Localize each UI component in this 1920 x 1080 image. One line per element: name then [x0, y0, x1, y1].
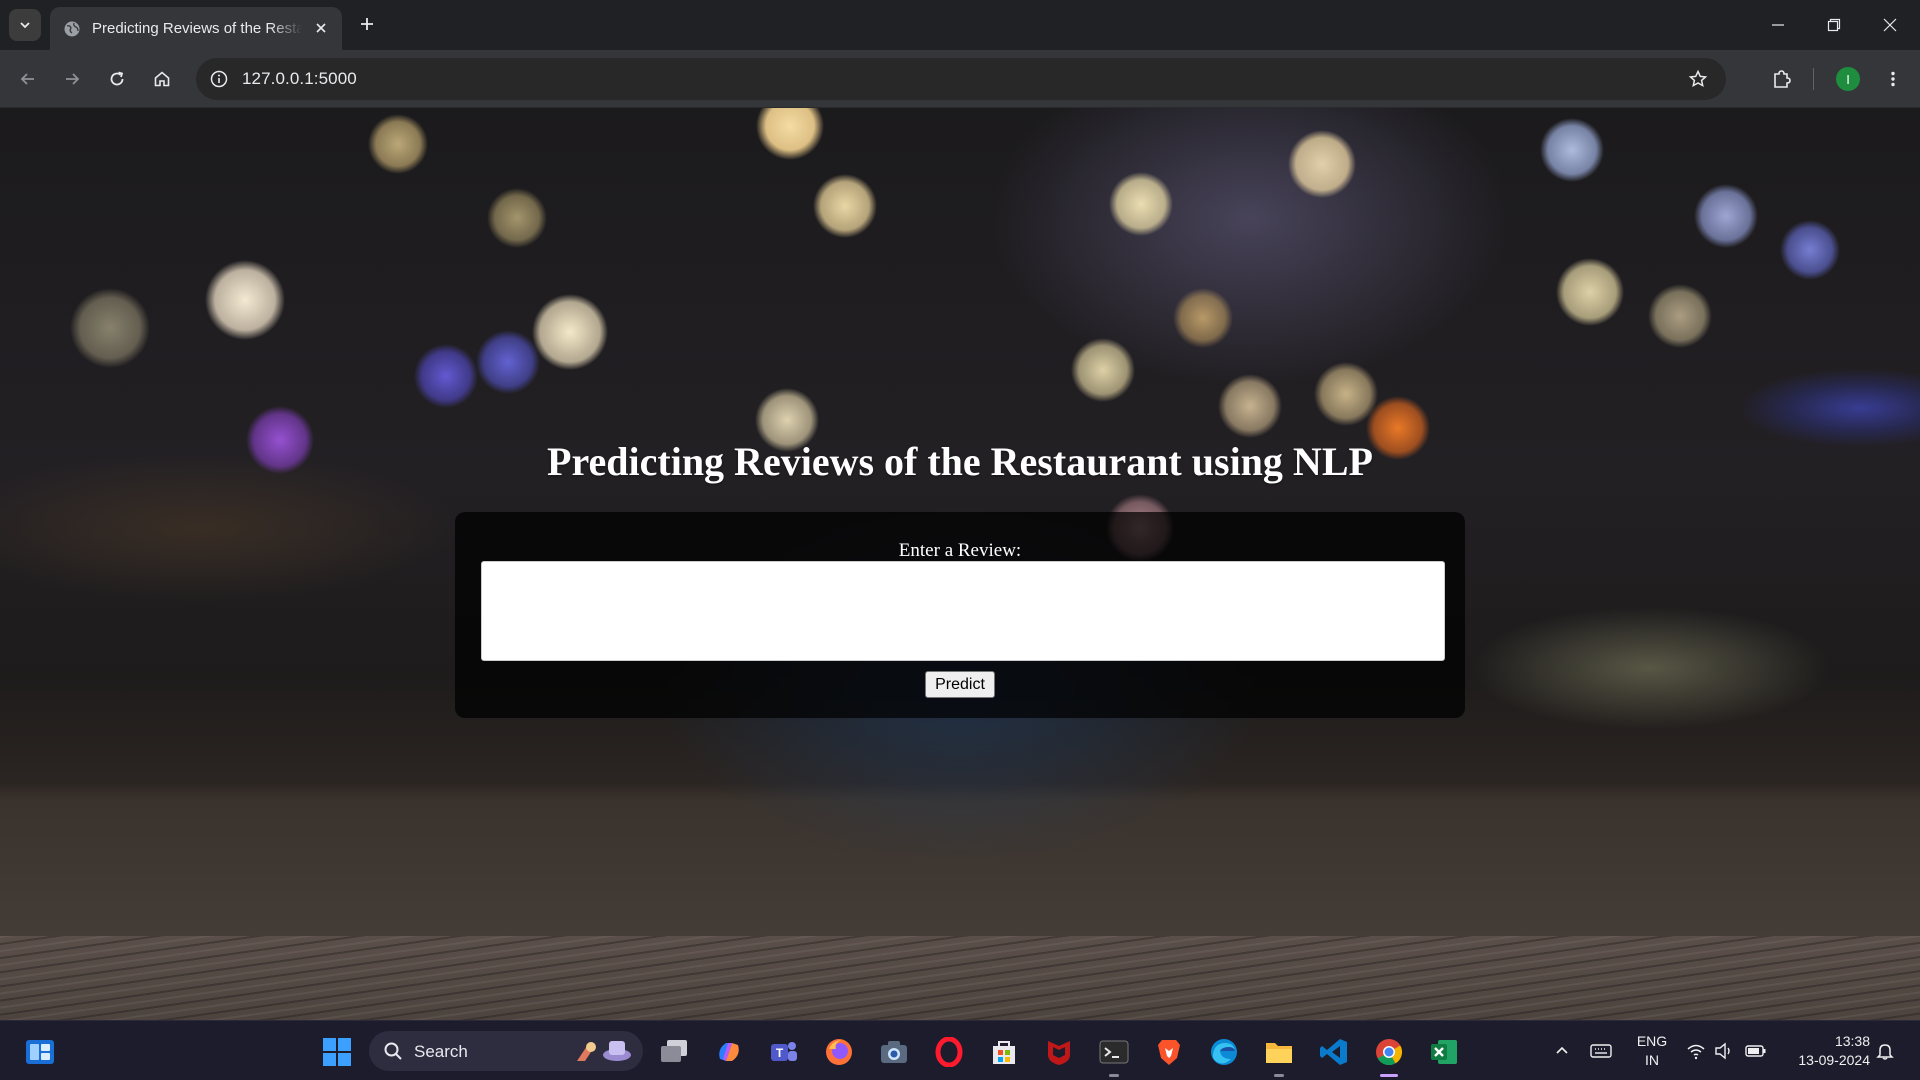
keyboard-icon[interactable]	[1590, 1040, 1612, 1062]
file-explorer-icon[interactable]	[1262, 1035, 1296, 1077]
chrome-icon[interactable]	[1372, 1035, 1406, 1077]
clock-time: 13:38	[1834, 1033, 1870, 1049]
svg-text:T: T	[776, 1046, 784, 1060]
vscode-icon[interactable]	[1317, 1035, 1351, 1069]
home-button[interactable]	[146, 63, 178, 95]
toolbar-divider	[1813, 68, 1814, 90]
search-icon	[384, 1042, 402, 1060]
copilot-icon[interactable]	[712, 1035, 746, 1069]
language-indicator[interactable]: ENG IN	[1632, 1032, 1672, 1070]
widgets-icon[interactable]	[23, 1035, 57, 1069]
edge-icon[interactable]	[1207, 1035, 1241, 1069]
page-viewport: Predicting Reviews of the Restaurant usi…	[0, 108, 1920, 1020]
review-form: Enter a Review: Predict	[455, 512, 1465, 718]
clock[interactable]: 13:38 13-09-2024	[1780, 1032, 1870, 1070]
language-code: ENG	[1636, 1033, 1668, 1049]
restore-button[interactable]	[1806, 0, 1862, 50]
reload-button[interactable]	[101, 63, 133, 95]
minimize-button[interactable]	[1750, 0, 1806, 50]
language-region: IN	[1645, 1052, 1659, 1068]
running-indicator	[1109, 1074, 1119, 1077]
camera-icon[interactable]	[877, 1035, 911, 1069]
opera-icon[interactable]	[932, 1035, 966, 1069]
address-bar[interactable]: 127.0.0.1:5000	[196, 58, 1726, 100]
tab-title: Predicting Reviews of the Restaurant usi…	[92, 20, 302, 37]
brave-icon[interactable]	[1152, 1035, 1186, 1069]
forward-button[interactable]	[56, 63, 88, 95]
page-title: Predicting Reviews of the Restaurant usi…	[547, 439, 1373, 484]
new-tab-button[interactable]	[353, 10, 381, 38]
tab-close-icon[interactable]	[312, 19, 330, 37]
review-label: Enter a Review:	[898, 540, 1022, 561]
browser-toolbar: 127.0.0.1:5000 I	[0, 50, 1920, 108]
microsoft-store-icon[interactable]	[987, 1035, 1021, 1069]
background-wood-floor	[0, 936, 1920, 1020]
clock-date: 13-09-2024	[1798, 1052, 1870, 1068]
back-button[interactable]	[12, 63, 44, 95]
profile-avatar[interactable]: I	[1836, 67, 1860, 91]
site-info-icon[interactable]	[208, 68, 230, 90]
browser-menu-button[interactable]	[1877, 63, 1909, 95]
puzzle-icon	[1774, 70, 1791, 88]
arrow-right-icon	[66, 73, 80, 85]
reload-icon	[110, 71, 124, 86]
arrow-left-icon	[20, 73, 34, 85]
task-view-icon[interactable]	[657, 1035, 691, 1069]
active-indicator	[1380, 1074, 1398, 1077]
volume-icon[interactable]	[1713, 1040, 1735, 1062]
wifi-icon[interactable]	[1685, 1040, 1707, 1062]
mcafee-icon[interactable]	[1042, 1035, 1076, 1069]
teams-icon[interactable]: T	[767, 1035, 801, 1069]
chevron-down-icon	[20, 22, 30, 29]
more-vertical-icon	[1891, 71, 1895, 87]
restore-icon	[1827, 18, 1841, 32]
review-input[interactable]	[481, 561, 1445, 661]
battery-icon[interactable]	[1745, 1040, 1767, 1062]
extensions-button[interactable]	[1766, 63, 1798, 95]
excel-icon[interactable]	[1427, 1035, 1461, 1069]
search-highlight-icon	[577, 1041, 631, 1061]
firefox-icon[interactable]	[822, 1035, 856, 1069]
browser-tab-active[interactable]: Predicting Reviews of the Restaurant usi…	[50, 7, 342, 50]
minimize-icon	[1772, 24, 1784, 26]
terminal-icon[interactable]	[1097, 1035, 1131, 1077]
close-icon	[1883, 18, 1897, 32]
predict-button[interactable]: Predict	[925, 671, 995, 698]
running-indicator	[1274, 1074, 1284, 1077]
close-window-button[interactable]	[1862, 0, 1918, 50]
plus-icon	[361, 18, 373, 30]
chevron-up-icon[interactable]	[1551, 1040, 1573, 1062]
notification-bell-icon[interactable]	[1874, 1040, 1896, 1062]
bookmark-star-icon[interactable]	[1686, 67, 1710, 91]
search-label: Search	[414, 1042, 468, 1061]
globe-icon	[63, 20, 81, 38]
browser-tabstrip: Predicting Reviews of the Restaurant usi…	[0, 0, 1920, 50]
taskbar-search[interactable]: Search	[369, 1031, 643, 1071]
start-icon[interactable]	[320, 1035, 354, 1069]
address-url[interactable]: 127.0.0.1:5000	[242, 69, 357, 89]
tab-search-button[interactable]	[9, 9, 41, 41]
windows-taskbar: Search T ENG IN 13:38 13-09-2024	[0, 1020, 1920, 1080]
home-icon	[154, 71, 170, 87]
